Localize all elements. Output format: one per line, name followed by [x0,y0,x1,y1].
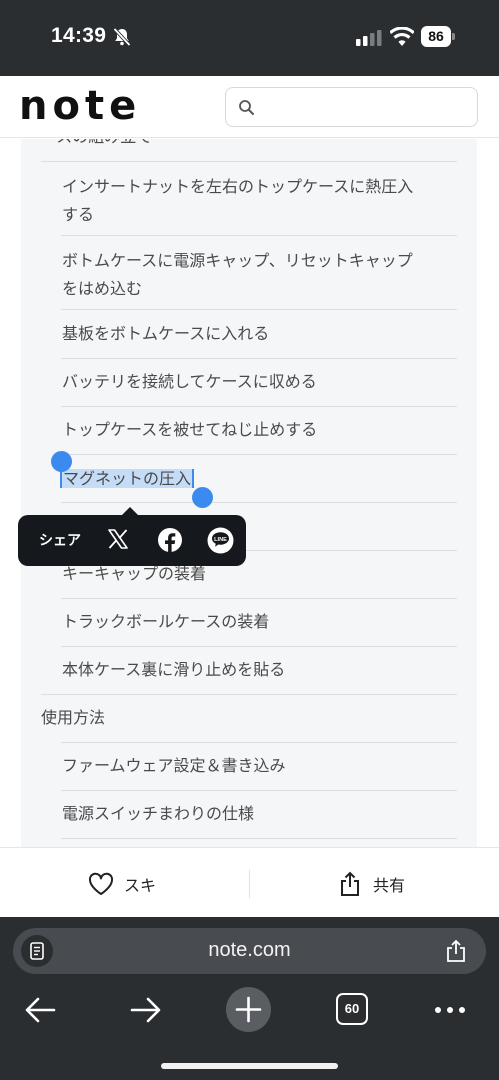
share-button[interactable]: 共有 [339,870,405,898]
browser-toolbar: note.com 60 [0,917,499,1080]
toc-item-line: をはめ込む [62,279,143,298]
facebook-icon[interactable] [157,527,183,553]
action-divider [249,870,250,898]
action-bar: スキ 共有 [0,847,499,917]
tab-count-button[interactable]: 60 [336,993,368,1025]
share-popup: シェア LINE [18,515,246,566]
search-input[interactable] [225,87,478,127]
share-sheet-icon[interactable] [445,939,467,963]
toc-divider [41,161,457,162]
toc-divider [61,502,457,503]
selection-start-handle[interactable] [51,451,72,472]
selected-text[interactable]: マグネットの圧入 [60,469,195,488]
toc-divider [61,406,457,407]
plus-icon [235,996,262,1023]
toc-heading-partial[interactable]: ースの組み立て [41,139,152,151]
url-text: note.com [208,939,291,961]
toc-item-firmware[interactable]: ファームウェア設定＆書き込み [62,752,286,780]
heart-icon [88,872,114,895]
toc-item-top-case[interactable]: トップケースを被せてねじ止めする [62,416,317,444]
more-icon[interactable] [430,990,470,1030]
toc-heading-usage[interactable]: 使用方法 [41,704,105,732]
line-icon[interactable]: LINE [207,527,234,554]
search-icon [239,100,254,115]
home-indicator [161,1063,338,1069]
battery-tip [452,33,455,40]
like-button[interactable]: スキ [88,870,156,898]
like-label: スキ [124,876,157,895]
share-popup-label: シェア [39,533,81,549]
battery-icon: 86 [421,26,455,47]
toc-item-anti-slip[interactable]: 本体ケース裏に滑り止めを貼る [62,656,285,684]
toc-item-trackball-case[interactable]: トラックボールケースの装着 [62,608,269,636]
toc-divider [41,694,457,695]
x-icon[interactable] [107,528,129,550]
back-arrow-icon[interactable] [21,990,61,1030]
bell-slash-icon [113,27,131,47]
selection-end-handle[interactable] [192,487,213,508]
toc-divider [61,742,457,743]
share-icon [341,871,359,896]
toc-item-bottom-case-caps[interactable]: ボトムケースに電源キャップ、リセットキャップ をはめ込む [62,247,413,303]
toc-item-board[interactable]: 基板をボトムケースに入れる [62,320,269,348]
wifi-icon [390,27,414,46]
new-tab-button[interactable] [226,987,271,1032]
table-of-contents: ースの組み立て インサートナットを左右のトップケースに熱圧入 する ボトムケース… [21,139,477,847]
status-time: 14:39 [51,24,107,47]
toc-item-power-switch[interactable]: 電源スイッチまわりの仕様 [62,800,254,828]
toc-item-line: する [62,205,95,224]
toc-divider [61,454,457,455]
forward-arrow-icon[interactable] [125,990,165,1030]
toc-item-line: ボトムケースに電源キャップ、リセットキャップ [62,251,413,270]
toc-item-line: インサートナットを左右のトップケースに熱圧入 [62,177,414,196]
toc-item-insert-nut[interactable]: インサートナットを左右のトップケースに熱圧入 する [62,173,413,229]
toc-divider [61,598,457,599]
toc-item-battery[interactable]: バッテリを接続してケースに収める [62,368,317,396]
address-bar[interactable]: note.com [13,928,486,974]
toc-item-magnet[interactable]: マグネットの圧入 [60,465,195,493]
toc-divider [61,646,457,647]
share-label: 共有 [373,876,406,895]
site-header: note [0,76,499,138]
note-logo[interactable]: note [19,84,141,128]
toc-divider [61,235,457,236]
toc-divider [61,358,457,359]
battery-level: 86 [421,26,451,47]
toc-divider [61,790,457,791]
signal-icon [356,30,382,46]
line-icon-text: LINE [214,537,227,543]
toc-divider [61,838,457,839]
toc-divider [61,309,457,310]
article-content: ースの組み立て インサートナットを左右のトップケースに熱圧入 する ボトムケース… [0,139,499,847]
status-bar: 14:39 86 [0,0,499,76]
